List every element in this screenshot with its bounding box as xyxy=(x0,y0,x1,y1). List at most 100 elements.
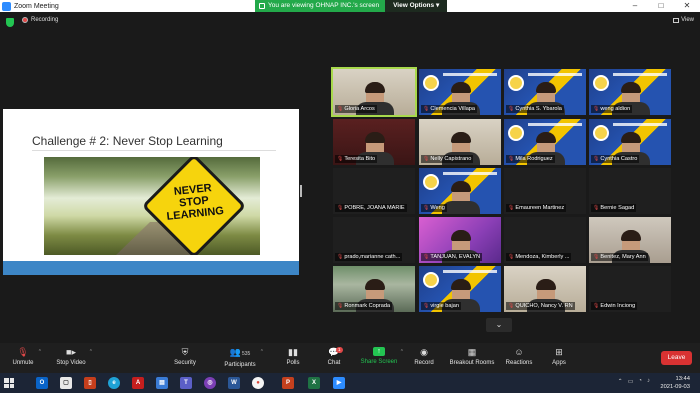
participant-video xyxy=(527,132,565,165)
participant-tile[interactable]: 🎙 virgie bajan xyxy=(419,266,501,312)
collapse-gallery-button[interactable]: ⌄ xyxy=(486,318,512,332)
participants-button[interactable]: 👥535 Participants ⌃ xyxy=(222,347,264,368)
participant-tile[interactable]: 🎙 TANJUAN, EVALYN xyxy=(419,217,501,263)
slide-footer-bar xyxy=(3,261,299,275)
edge-icon[interactable]: e xyxy=(108,377,120,389)
outlook-icon[interactable]: O xyxy=(36,377,48,389)
record-button[interactable]: ◉ Record xyxy=(413,347,435,366)
participants-count: 535 xyxy=(241,351,251,357)
muted-mic-icon: 🎙 xyxy=(423,254,430,260)
excel-icon[interactable]: X xyxy=(308,377,320,389)
participant-name: Weng xyxy=(430,205,445,211)
photos-icon[interactable]: ▤ xyxy=(156,377,168,389)
participant-name: Clemencia Villapa xyxy=(430,106,476,112)
window-controls: – □ ✕ xyxy=(622,0,700,12)
muted-mic-icon: 🎙 xyxy=(593,303,600,309)
participant-name-label: 🎙 Clemencia Villapa xyxy=(421,105,478,113)
participant-tile[interactable]: 🎙 Teresita Bito xyxy=(333,119,415,165)
video-options-caret-icon[interactable]: ⌃ xyxy=(89,349,93,355)
participant-video xyxy=(442,230,480,263)
participant-tile[interactable]: 🎙 Mila Rodriguez xyxy=(504,119,586,165)
participant-name-label: 🎙 Cynthia S. Ybarola xyxy=(506,105,564,113)
muted-mic-icon: 🎙 xyxy=(593,205,600,211)
minimize-button[interactable]: – xyxy=(622,0,648,12)
slide-divider xyxy=(32,150,276,151)
polls-button[interactable]: ▮▮ Polls xyxy=(284,347,302,366)
maximize-button[interactable]: □ xyxy=(648,0,674,12)
muted-mic-icon: 🎙 xyxy=(423,156,430,162)
zoom-taskbar-icon[interactable]: ▶ xyxy=(333,377,345,389)
participant-name-label: 🎙 QUICHO, Nancy V. RN xyxy=(506,302,575,310)
sign-text: NEVER STOP LEARNING xyxy=(166,182,225,223)
school-seal-icon xyxy=(423,272,439,288)
view-options-button[interactable]: View Options ▾ xyxy=(385,0,448,12)
participant-tile[interactable]: 🎙 Mendoza, Kimberly ... xyxy=(504,217,586,263)
participant-name: Cynthia S. Ybarola xyxy=(515,106,562,112)
muted-mic-icon: 🎙 xyxy=(593,156,600,162)
wifi-icon[interactable]: ◔ xyxy=(638,378,642,385)
unmute-button[interactable]: 🎙 Unmute ⌃ xyxy=(10,347,42,366)
participant-tile[interactable]: 🎙 Weng xyxy=(419,168,501,214)
volume-icon[interactable]: ♪ xyxy=(647,378,650,385)
security-button[interactable]: ⛨ Security xyxy=(172,347,198,366)
participant-tile[interactable]: 🎙 Bernie Sagad xyxy=(589,168,671,214)
close-button[interactable]: ✕ xyxy=(674,0,700,12)
participant-video xyxy=(356,82,394,115)
participant-tile[interactable]: 🎙 Gloria Arcos xyxy=(331,67,417,117)
word-icon[interactable]: W xyxy=(228,377,240,389)
audio-options-caret-icon[interactable]: ⌃ xyxy=(38,349,42,355)
clock[interactable]: 13:44 2021-09-03 xyxy=(660,375,690,391)
banner-line xyxy=(528,73,582,76)
participant-tile[interactable]: 🎙 prado,marianne cath... xyxy=(333,217,415,263)
participant-tile[interactable]: 🎙 Cynthia S. Ybarola xyxy=(504,69,586,115)
apps-button[interactable]: ⊞ Apps xyxy=(550,347,568,366)
view-button[interactable]: View xyxy=(673,17,694,23)
school-seal-icon xyxy=(508,125,524,141)
network-icon[interactable]: ▭ xyxy=(628,378,634,385)
participant-video xyxy=(442,279,480,312)
powerpoint-icon[interactable]: P xyxy=(282,377,294,389)
school-seal-icon xyxy=(423,75,439,91)
reactions-button[interactable]: ☺ Reactions xyxy=(505,347,533,366)
gallery-view-icon xyxy=(673,17,680,23)
participant-tile[interactable]: 🎙 QUICHO, Nancy V. RN xyxy=(504,266,586,312)
chat-button[interactable]: 💬 1 Chat xyxy=(325,347,343,366)
participant-video xyxy=(442,132,480,165)
reactions-label: Reactions xyxy=(505,360,533,366)
participant-name-label: 🎙 Ronmark Coprada xyxy=(335,302,393,310)
share-screen-button[interactable]: ↑ Share Screen ⌃ xyxy=(360,347,404,365)
banner-line xyxy=(528,123,582,126)
participant-name: Emaureen Martinez xyxy=(515,205,565,211)
acrobat-icon[interactable]: A xyxy=(132,377,144,389)
school-seal-icon xyxy=(593,125,609,141)
teams-icon[interactable]: T xyxy=(180,377,192,389)
split-handle[interactable] xyxy=(300,185,302,197)
share-options-caret-icon[interactable]: ⌃ xyxy=(400,349,404,355)
store-icon[interactable]: ▢ xyxy=(60,377,72,389)
participant-video xyxy=(442,181,480,214)
windows-start-icon[interactable] xyxy=(4,378,14,388)
chrome-icon[interactable]: ● xyxy=(252,377,264,389)
polls-icon: ▮▮ xyxy=(288,347,298,357)
participant-name-label: 🎙 prado,marianne cath... xyxy=(335,253,403,261)
stop-video-button[interactable]: ■▸ Stop Video ⌃ xyxy=(55,347,93,366)
participant-tile[interactable]: 🎙 Ronmark Coprada xyxy=(333,266,415,312)
office-icon[interactable]: ▯ xyxy=(84,377,96,389)
participant-tile[interactable]: 🎙 Benitez, Mary Ann xyxy=(589,217,671,263)
recording-indicator[interactable]: Recording xyxy=(22,17,58,23)
participant-tile[interactable]: 🎙 weng aldion xyxy=(589,69,671,115)
leave-button[interactable]: Leave xyxy=(661,351,692,365)
participant-tile[interactable]: 🎙 Cynthia Castro xyxy=(589,119,671,165)
participant-tile[interactable]: 🎙 POBRE, JOANA MARIE xyxy=(333,168,415,214)
participant-video xyxy=(356,132,394,165)
participant-tile[interactable]: 🎙 Clemencia Villapa xyxy=(419,69,501,115)
participant-tile[interactable]: 🎙 Edwin Inciong xyxy=(589,266,671,312)
encryption-shield-icon[interactable] xyxy=(6,18,14,27)
participant-tile[interactable]: 🎙 Emaureen Martinez xyxy=(504,168,586,214)
windows-taskbar: O ▢ ▯ e A ▤ T ◎ W ● P X ▶ ⌃ ▭ ◔ ♪ 13:44 … xyxy=(0,373,700,393)
messenger-icon[interactable]: ◎ xyxy=(204,377,216,389)
participants-caret-icon[interactable]: ⌃ xyxy=(260,349,264,355)
breakout-rooms-button[interactable]: ▦ Breakout Rooms xyxy=(449,347,495,366)
participant-tile[interactable]: 🎙 Nelly Capistrano xyxy=(419,119,501,165)
tray-arrow-icon[interactable]: ⌃ xyxy=(618,378,623,385)
